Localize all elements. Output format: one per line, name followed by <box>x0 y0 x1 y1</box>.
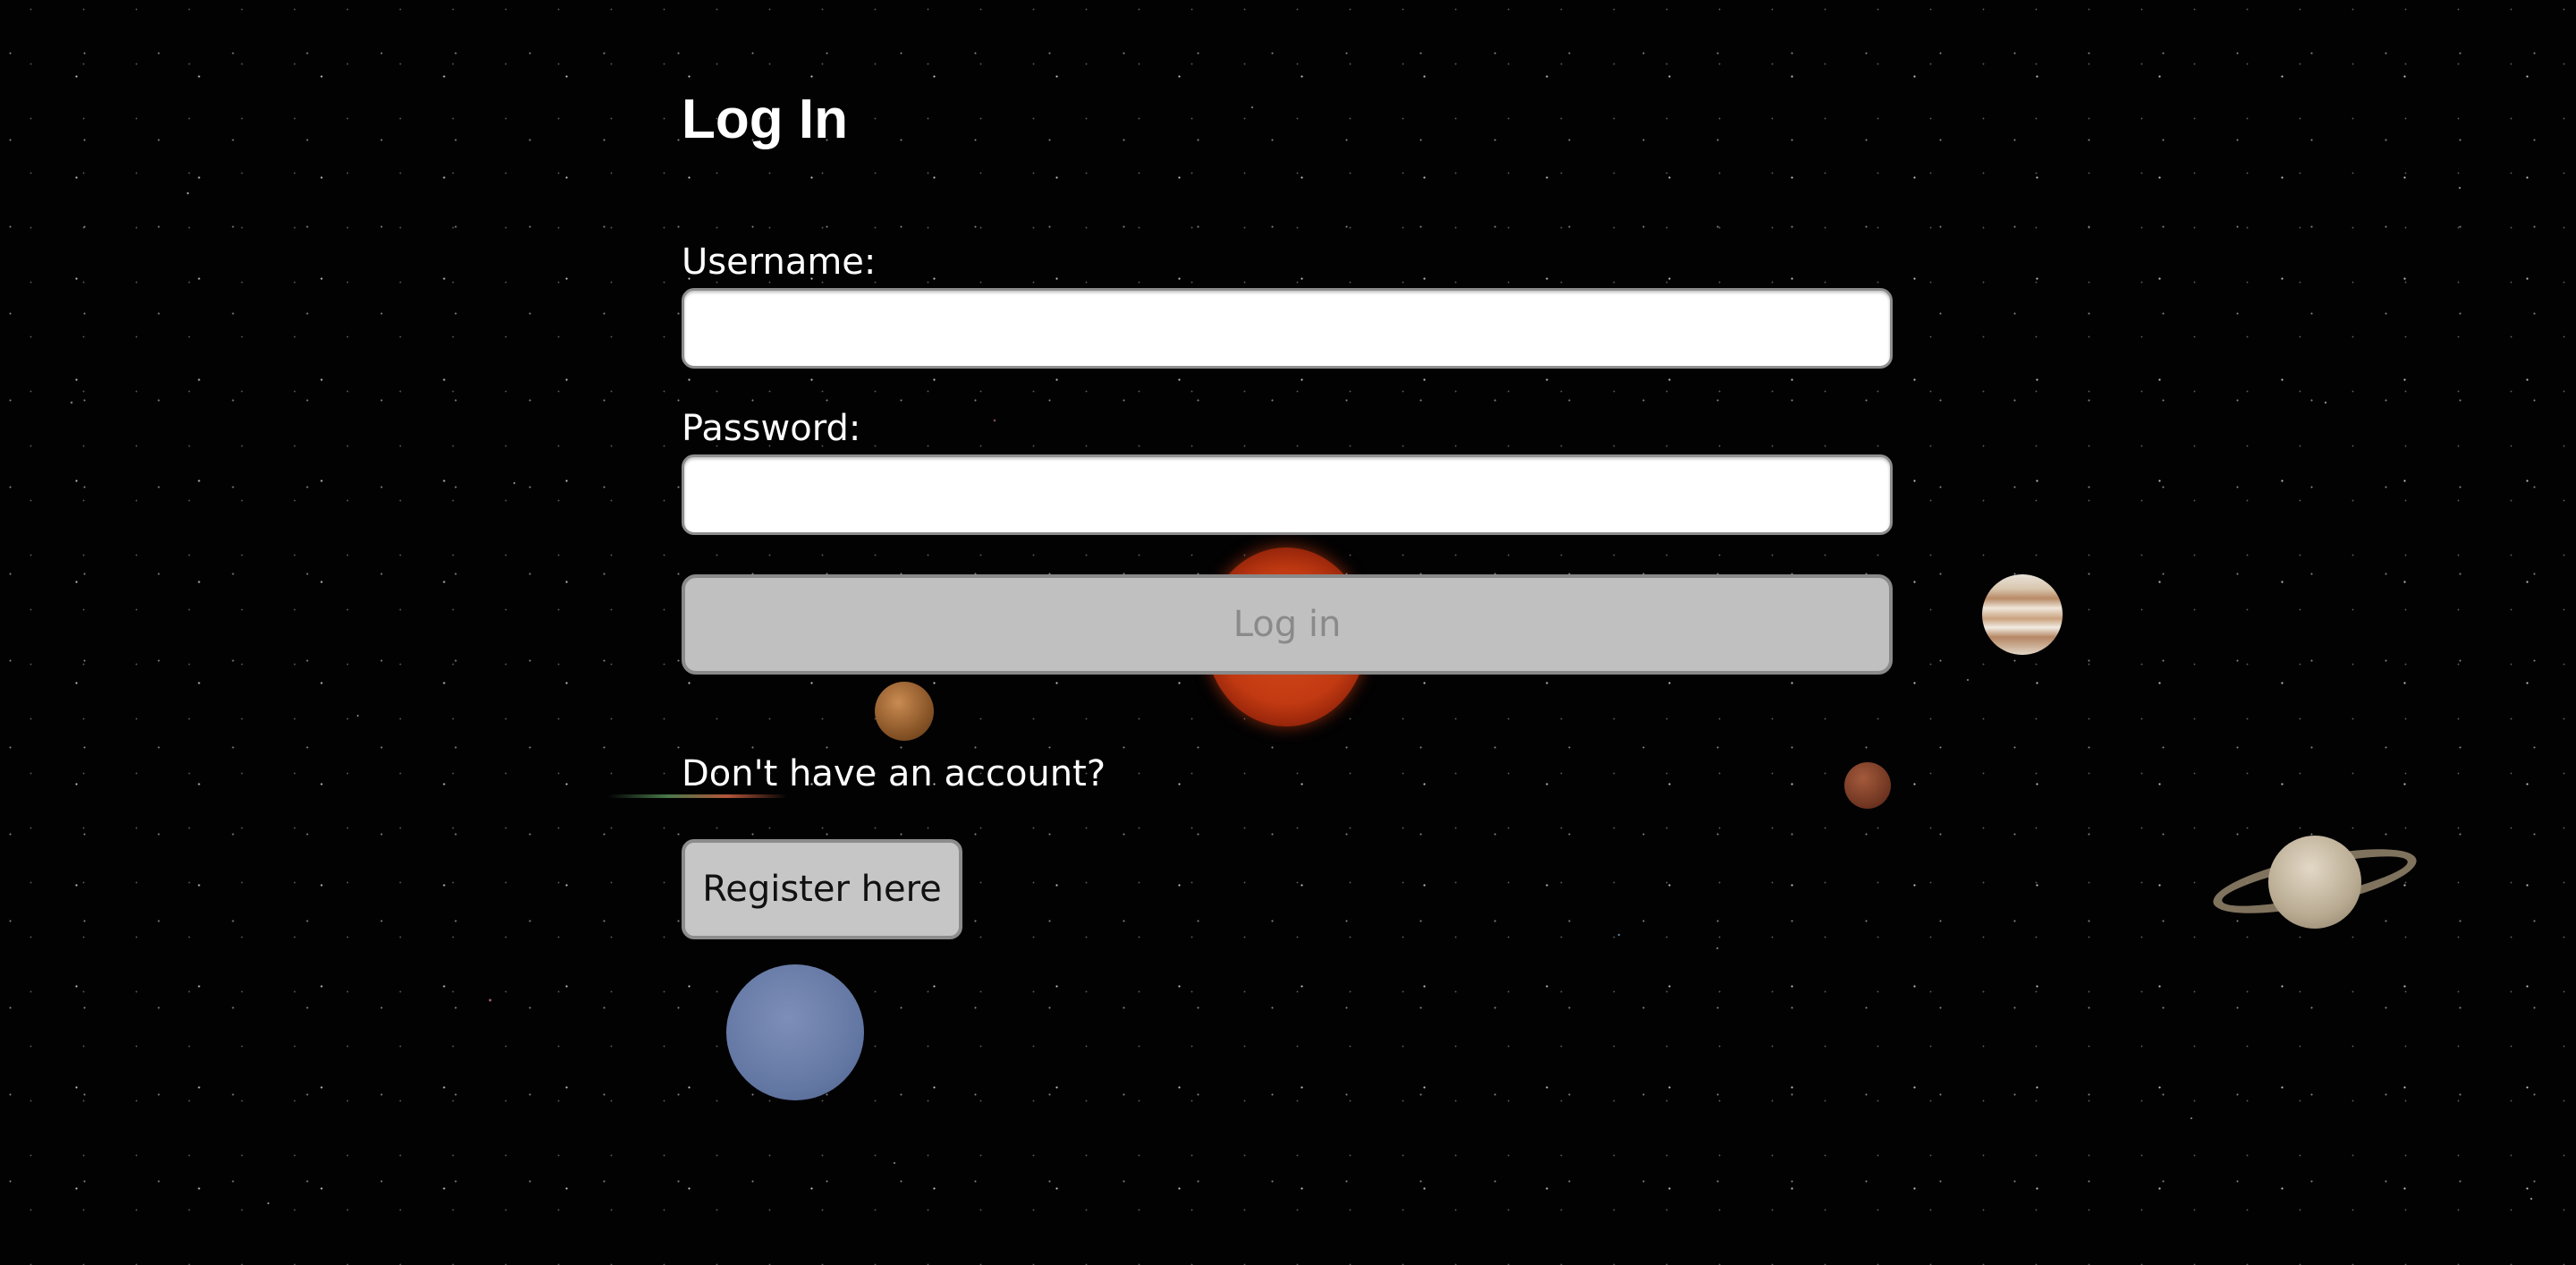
login-button[interactable]: Log in <box>682 574 1893 675</box>
jupiter-image <box>1982 574 2063 655</box>
no-account-text: Don't have an account? <box>682 753 1106 794</box>
password-label: Password: <box>682 408 861 449</box>
register-button[interactable]: Register here <box>682 839 962 939</box>
saturn-image <box>2207 832 2422 930</box>
neptune-image <box>726 964 864 1100</box>
page-title: Log In <box>682 89 848 150</box>
username-input[interactable] <box>682 288 1893 369</box>
login-form: Log In Username: Password: Log in Don't … <box>682 82 1893 939</box>
saturn-body <box>2268 836 2361 929</box>
username-label: Username: <box>682 242 877 283</box>
mars-image <box>1844 762 1891 809</box>
password-input[interactable] <box>682 454 1893 535</box>
venus-image <box>875 682 934 741</box>
